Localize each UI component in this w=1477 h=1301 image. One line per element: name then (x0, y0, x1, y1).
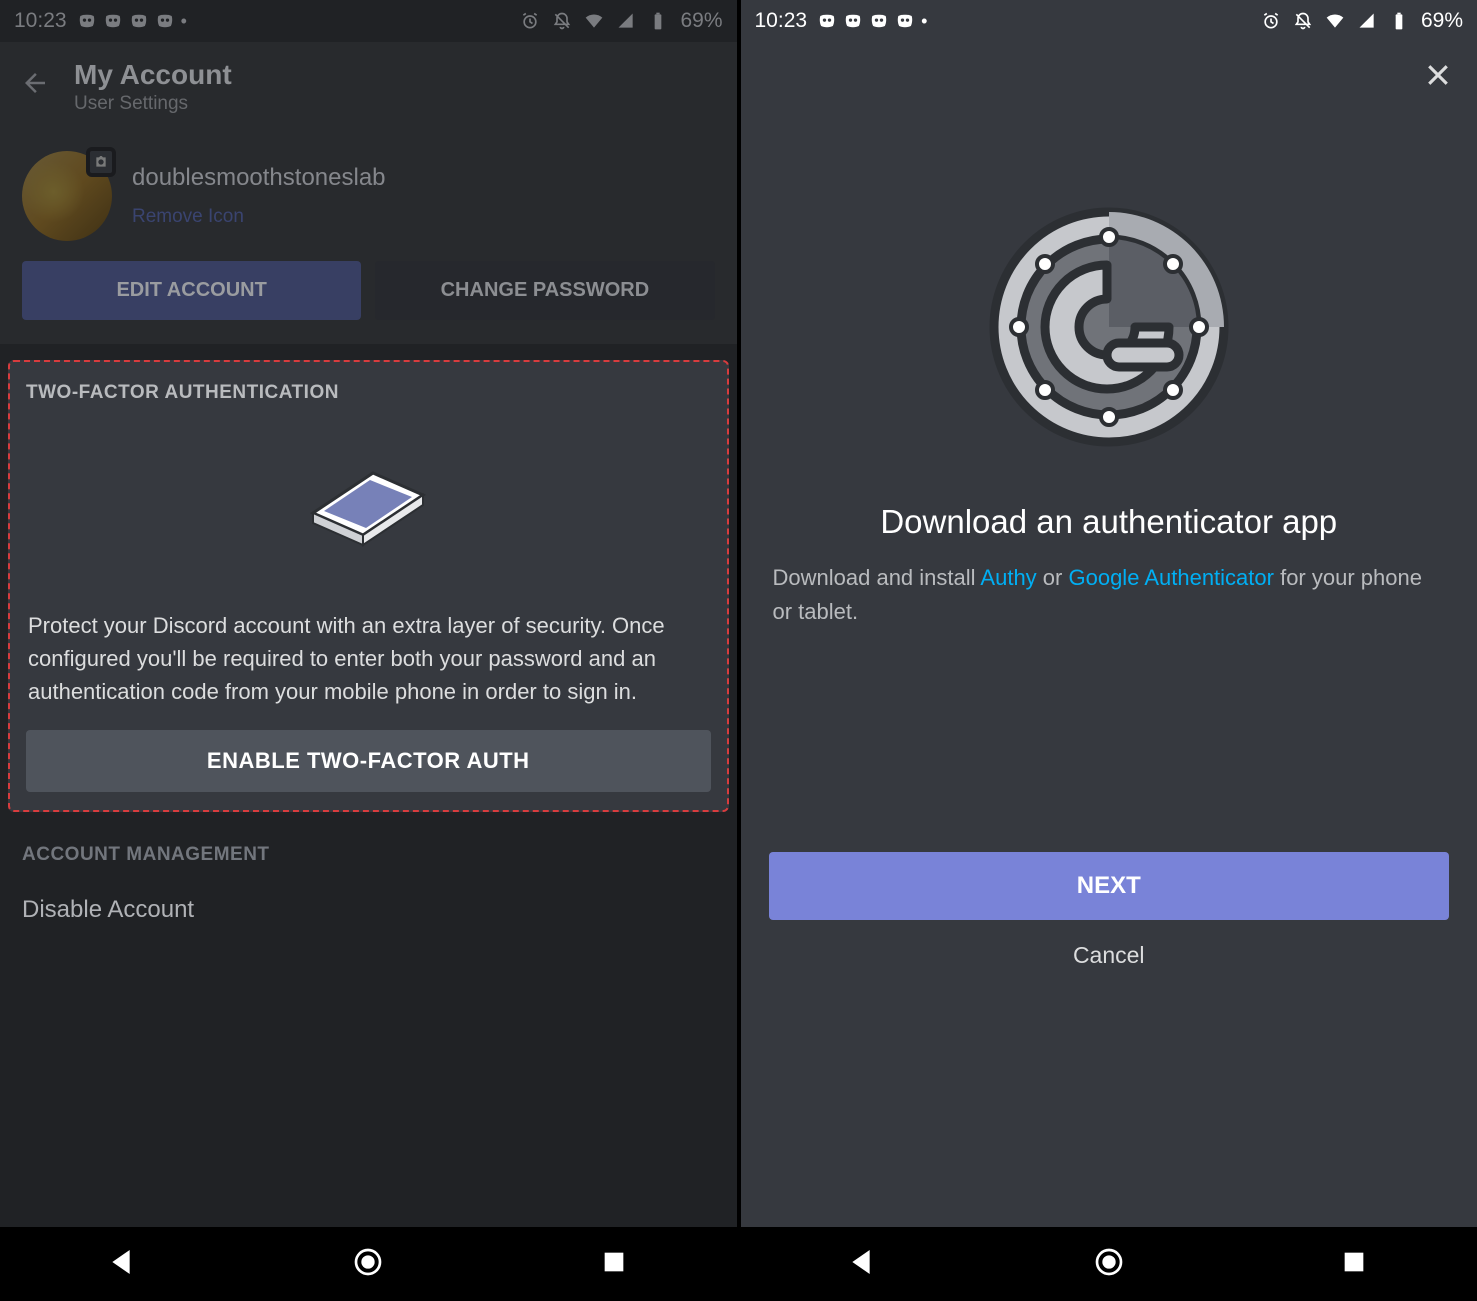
discord-notif-icon (103, 11, 123, 31)
tfa-description: Protect your Discord account with an ext… (26, 603, 711, 730)
close-icon[interactable] (1423, 60, 1453, 99)
phone-right-authenticator: 10:23 • 69% (741, 0, 1477, 1301)
page-subtitle: User Settings (74, 93, 232, 115)
battery-icon (648, 11, 668, 31)
nav-back-icon[interactable] (847, 1246, 879, 1283)
profile-row: doublesmoothstoneslab Remove Icon (0, 133, 737, 251)
signal-icon (616, 11, 636, 31)
status-time: 10:23 (755, 9, 808, 33)
change-avatar-icon[interactable] (86, 147, 116, 177)
alarm-icon (1261, 11, 1281, 31)
nav-back-icon[interactable] (107, 1246, 139, 1283)
android-nav-bar (741, 1227, 1477, 1301)
android-nav-bar (0, 1227, 737, 1301)
back-arrow-icon[interactable] (20, 68, 50, 106)
username: doublesmoothstoneslab (132, 164, 386, 192)
discord-notif-icon (129, 11, 149, 31)
change-password-button[interactable]: CHANGE PASSWORD (375, 261, 714, 320)
dnd-icon (1293, 11, 1313, 31)
battery-icon (1389, 11, 1409, 31)
status-time: 10:23 (14, 9, 67, 33)
nav-home-icon[interactable] (1093, 1246, 1125, 1283)
next-button[interactable]: NEXT (769, 852, 1450, 920)
account-management-section: ACCOUNT MANAGEMENT Disable Account (0, 820, 737, 940)
phone-illustration (26, 404, 711, 603)
status-bar: 10:23 • 69% (0, 0, 737, 42)
wifi-icon (584, 11, 604, 31)
battery-percent: 69% (1421, 9, 1463, 33)
dialog-description: Download and install Authy or Google Aut… (741, 541, 1477, 629)
more-notif-dot: • (921, 11, 927, 32)
more-notif-dot: • (181, 11, 187, 32)
enable-tfa-button[interactable]: ENABLE TWO-FACTOR AUTH (26, 730, 711, 792)
discord-notif-icon (869, 11, 889, 31)
page-title: My Account (74, 60, 232, 91)
discord-notif-icon (843, 11, 863, 31)
discord-notif-icon (155, 11, 175, 31)
app-header: My Account User Settings (0, 42, 737, 133)
discord-notif-icon (895, 11, 915, 31)
phone-left-account: 10:23 • 69% My Account User Settings (0, 0, 737, 1301)
tfa-heading: TWO-FACTOR AUTHENTICATION (26, 382, 711, 404)
vault-illustration (741, 107, 1477, 503)
discord-notif-icon (77, 11, 97, 31)
signal-icon (1357, 11, 1377, 31)
dnd-icon (552, 11, 572, 31)
nav-recent-icon[interactable] (1338, 1246, 1370, 1283)
remove-icon-link[interactable]: Remove Icon (132, 206, 386, 228)
google-authenticator-link[interactable]: Google Authenticator (1068, 565, 1273, 590)
authy-link[interactable]: Authy (980, 565, 1036, 590)
nav-recent-icon[interactable] (598, 1246, 630, 1283)
discord-notif-icon (817, 11, 837, 31)
wifi-icon (1325, 11, 1345, 31)
edit-account-button[interactable]: EDIT ACCOUNT (22, 261, 361, 320)
status-bar: 10:23 • 69% (741, 0, 1477, 42)
disable-account-item[interactable]: Disable Account (22, 890, 715, 930)
nav-home-icon[interactable] (352, 1246, 384, 1283)
battery-percent: 69% (680, 9, 722, 33)
dialog-title: Download an authenticator app (741, 503, 1477, 541)
cancel-button[interactable]: Cancel (769, 920, 1450, 991)
mgmt-heading: ACCOUNT MANAGEMENT (22, 844, 715, 866)
alarm-icon (520, 11, 540, 31)
two-factor-section: TWO-FACTOR AUTHENTICATION Protect your D… (8, 360, 729, 812)
